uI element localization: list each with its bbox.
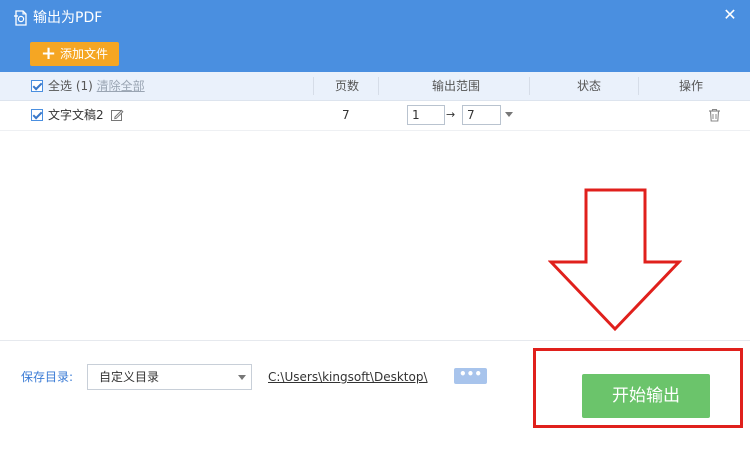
range-arrow: → xyxy=(446,108,456,121)
trash-icon[interactable] xyxy=(708,108,721,122)
save-path-link[interactable]: C:\Users\kingsoft\Desktop\ xyxy=(268,369,428,385)
column-header-action: 操作 xyxy=(679,79,704,93)
file-name: 文字文稿2 xyxy=(48,108,104,122)
row-checkbox[interactable] xyxy=(31,109,43,121)
column-divider xyxy=(313,77,314,95)
directory-mode-value: 自定义目录 xyxy=(99,370,160,384)
annotation-highlight-box xyxy=(533,348,743,428)
directory-mode-select[interactable]: 自定义目录 xyxy=(87,364,252,390)
range-to-input[interactable] xyxy=(462,105,501,125)
pdf-export-icon xyxy=(14,10,27,26)
annotation-arrow-icon xyxy=(548,188,682,332)
chevron-down-icon xyxy=(238,375,246,380)
column-header-status: 状态 xyxy=(577,79,602,93)
edit-icon[interactable] xyxy=(110,108,124,122)
add-file-button[interactable]: + 添加文件 xyxy=(30,42,119,66)
range-from-input[interactable] xyxy=(407,105,445,125)
column-header-pages: 页数 xyxy=(335,79,360,93)
plus-icon: + xyxy=(41,43,57,64)
title-bar: 输出为PDF ✕ + 添加文件 xyxy=(0,0,750,72)
column-divider xyxy=(529,77,530,95)
clear-all-link[interactable]: 清除全部 xyxy=(97,79,145,93)
column-divider xyxy=(638,77,639,95)
table-header: 全选 (1) 清除全部 页数 输出范围 状态 操作 xyxy=(0,72,750,101)
page-count: 7 xyxy=(342,108,350,122)
save-directory-label: 保存目录: xyxy=(21,370,74,384)
browse-button[interactable]: ••• xyxy=(454,368,487,384)
select-count: (1) xyxy=(75,79,93,93)
window-title: 输出为PDF xyxy=(33,10,103,26)
add-file-label: 添加文件 xyxy=(60,47,109,61)
select-all-label: 全选 (1) 清除全部 xyxy=(48,79,145,93)
select-all-checkbox[interactable] xyxy=(31,80,43,92)
column-header-range: 输出范围 xyxy=(432,79,481,93)
column-divider xyxy=(378,77,379,95)
close-icon[interactable]: ✕ xyxy=(722,7,738,23)
chevron-down-icon[interactable] xyxy=(505,112,513,117)
